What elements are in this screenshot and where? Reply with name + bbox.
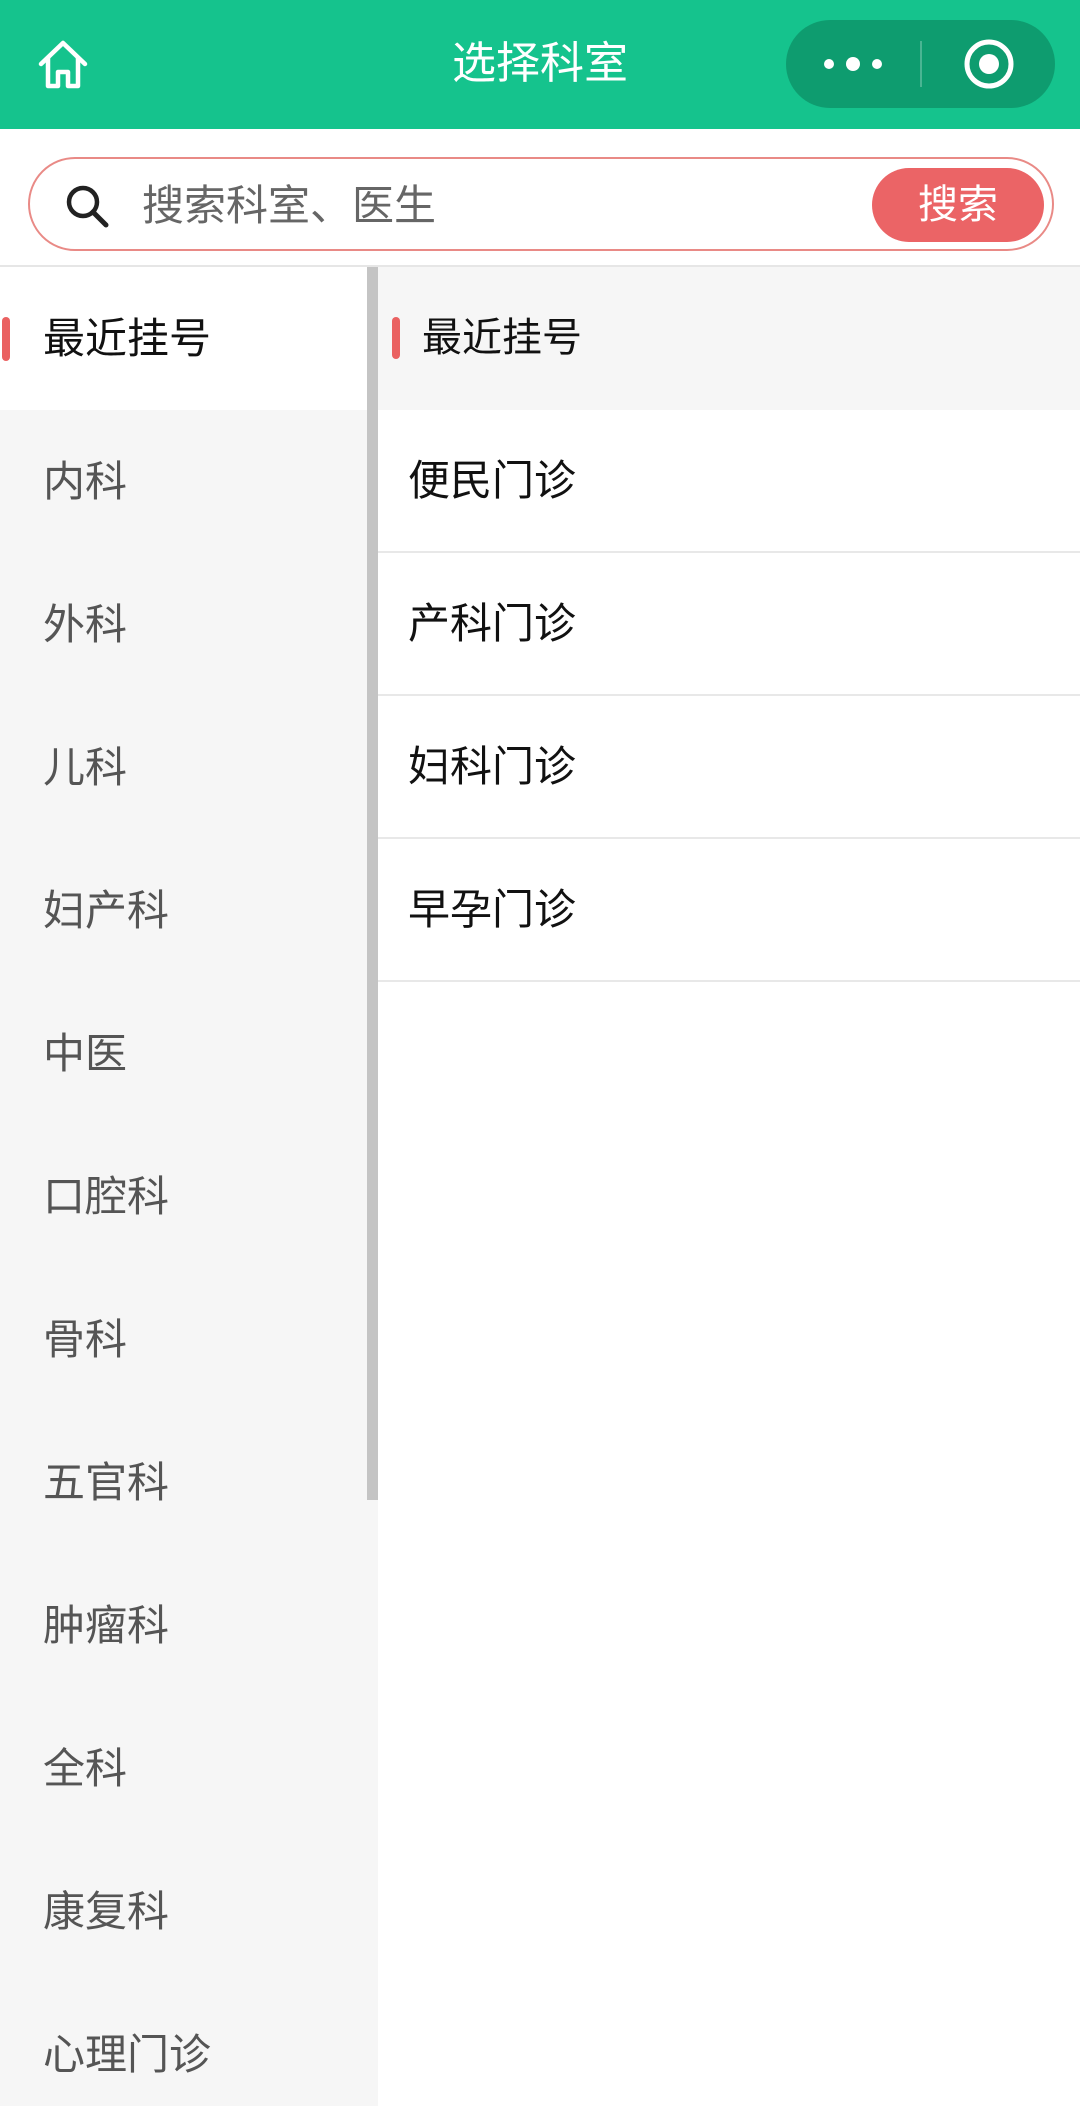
- category-item[interactable]: 内科: [0, 410, 378, 553]
- clinic-item[interactable]: 便民门诊: [378, 410, 1080, 553]
- category-item[interactable]: 儿科: [0, 696, 378, 839]
- clinic-item[interactable]: 早孕门诊: [378, 839, 1080, 982]
- clinic-item[interactable]: 妇科门诊: [378, 696, 1080, 839]
- category-item[interactable]: 中医: [0, 982, 378, 1125]
- more-button[interactable]: [786, 20, 920, 108]
- nav-bar: 选择科室: [0, 0, 1080, 129]
- category-label: 骨科: [43, 1315, 128, 1364]
- category-label: 外科: [43, 600, 128, 649]
- category-item[interactable]: 口腔科: [0, 1125, 378, 1268]
- close-button[interactable]: [922, 20, 1055, 108]
- search-input[interactable]: [142, 175, 862, 235]
- category-label: 心理门诊: [43, 2030, 212, 2079]
- category-item[interactable]: 骨科: [0, 1268, 378, 1411]
- clinic-item[interactable]: 产科门诊: [378, 553, 1080, 696]
- category-item-recent[interactable]: 最近挂号: [0, 267, 378, 410]
- category-item[interactable]: 五官科: [0, 1411, 378, 1554]
- search-button[interactable]: 搜索: [872, 168, 1044, 242]
- category-label: 中医: [43, 1029, 128, 1078]
- category-label: 儿科: [43, 743, 128, 792]
- group-marker: [392, 317, 400, 359]
- mini-program-capsule: [786, 20, 1055, 108]
- group-title: 最近挂号: [422, 315, 582, 361]
- more-dots-icon: [818, 57, 888, 71]
- group-header: 最近挂号: [378, 267, 1080, 410]
- active-marker: [2, 317, 10, 361]
- category-list[interactable]: 最近挂号 内科 外科 儿科 妇产科 中医 口腔科 骨科 五官科 肿瘤科 全科 康…: [0, 267, 378, 2106]
- search-bar: 搜索: [0, 129, 1080, 267]
- category-label: 康复科: [43, 1887, 170, 1936]
- category-item[interactable]: 全科: [0, 1697, 378, 1840]
- category-label: 内科: [43, 457, 128, 506]
- category-item[interactable]: 康复科: [0, 1840, 378, 1983]
- category-label: 妇产科: [43, 886, 170, 935]
- category-item[interactable]: 心理门诊: [0, 1983, 378, 2106]
- target-circle-icon: [964, 39, 1013, 89]
- clinic-list: 最近挂号 便民门诊 产科门诊 妇科门诊 早孕门诊: [378, 267, 1080, 2106]
- category-label: 最近挂号: [43, 314, 212, 363]
- category-label: 口腔科: [43, 1172, 170, 1221]
- home-button[interactable]: [30, 28, 96, 100]
- category-label: 全科: [43, 1744, 128, 1793]
- category-item[interactable]: 妇产科: [0, 839, 378, 982]
- search-icon: [66, 185, 109, 228]
- scrollbar[interactable]: [367, 267, 378, 1500]
- category-item[interactable]: 肿瘤科: [0, 1554, 378, 1697]
- category-label: 五官科: [43, 1458, 170, 1507]
- search-box: 搜索: [28, 157, 1054, 251]
- home-icon: [38, 40, 88, 89]
- category-item[interactable]: 外科: [0, 553, 378, 696]
- category-label: 肿瘤科: [43, 1601, 170, 1650]
